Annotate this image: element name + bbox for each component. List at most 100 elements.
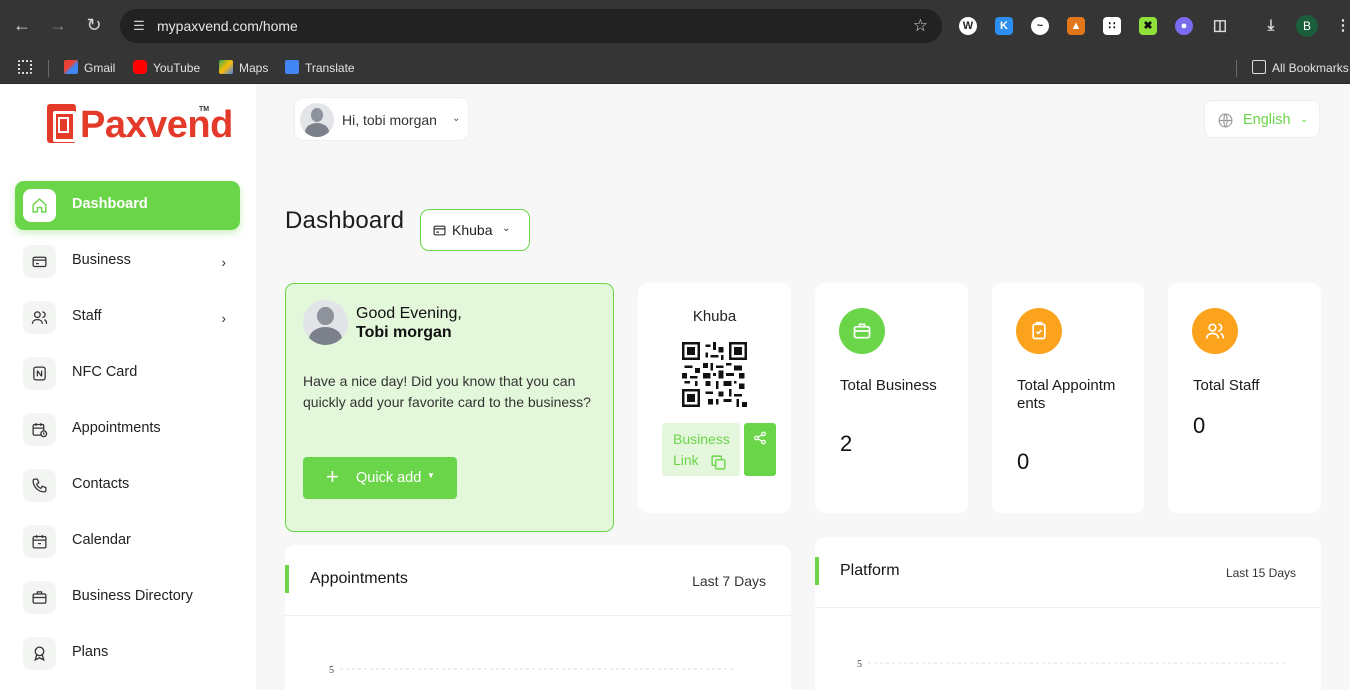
bookmarks-divider	[48, 60, 49, 77]
address-bar[interactable]: ☰ mypaxvend.com/home ☆	[120, 9, 942, 43]
stat-value: 0	[1017, 449, 1030, 474]
extension-k-icon[interactable]: K	[995, 17, 1013, 35]
extension-green-icon[interactable]: ✖	[1139, 17, 1157, 35]
bookmark-maps[interactable]: Maps	[219, 52, 268, 84]
sidebar-item-label: NFC Card	[72, 364, 138, 380]
bookmarks-bar: Gmail YouTube Maps Translate All Bookmar…	[0, 52, 1350, 84]
date-range-label[interactable]: Last 15 Days	[1226, 566, 1296, 580]
bookmark-translate[interactable]: Translate	[285, 52, 355, 84]
sidebar-item-business-directory[interactable]: Business Directory	[15, 573, 240, 622]
briefcase-icon	[839, 308, 885, 354]
language-label: English	[1243, 112, 1291, 128]
extensions-puzzle-icon[interactable]: ◫	[1211, 17, 1229, 35]
business-select[interactable]: Khuba ⌄	[420, 209, 530, 251]
copy-icon	[711, 455, 726, 470]
sidebar-item-label: Business	[72, 252, 131, 268]
stat-card-total-business: Total Business 2	[815, 283, 968, 513]
site-info-icon[interactable]: ☰	[130, 17, 148, 35]
briefcase-icon	[23, 581, 56, 614]
forward-icon[interactable]: →	[47, 14, 69, 36]
sidebar-item-label: Business Directory	[72, 588, 193, 604]
logo-trademark: TM	[199, 106, 210, 113]
platform-chart: 5	[857, 659, 1288, 670]
welcome-card: Good Evening, Tobi morgan Have a nice da…	[285, 283, 614, 532]
extension-ghost-icon[interactable]: ●	[1175, 17, 1193, 35]
clipboard-icon	[1016, 308, 1062, 354]
apps-grid-icon[interactable]	[18, 52, 38, 84]
sidebar-item-calendar[interactable]: Calendar	[15, 517, 240, 566]
home-icon	[23, 189, 56, 222]
stat-card-total-appointments: Total Appointments 0	[992, 283, 1144, 513]
sidebar-item-staff[interactable]: Staff ›	[15, 293, 240, 342]
sidebar-item-business[interactable]: Business ›	[15, 237, 240, 286]
back-icon[interactable]: ←	[11, 14, 33, 36]
youtube-icon	[133, 60, 147, 74]
sidebar-item-label: Calendar	[72, 532, 131, 548]
download-icon[interactable]: ⤓	[1262, 17, 1280, 35]
share-button[interactable]	[744, 423, 776, 476]
sidebar-item-dashboard[interactable]: Dashboard	[15, 181, 240, 230]
y-tick-label: 5	[329, 665, 334, 676]
bookmark-star-icon[interactable]: ☆	[913, 16, 928, 36]
profile-avatar[interactable]: B	[1296, 15, 1318, 37]
language-select[interactable]: English ⌄	[1204, 100, 1320, 138]
page-title: Dashboard	[285, 207, 405, 234]
panel-title: Appointments	[310, 570, 408, 587]
caret-down-icon: ▼	[427, 471, 435, 480]
phone-icon	[23, 469, 56, 502]
paxvend-logo-mark	[47, 104, 76, 143]
maps-icon	[219, 60, 233, 74]
chevron-down-icon: ⌄	[452, 113, 461, 124]
business-link-label: Business	[673, 431, 730, 447]
sidebar-item-label: Contacts	[72, 476, 130, 492]
users-icon	[23, 301, 56, 334]
calendar-clock-icon	[23, 413, 56, 446]
avatar	[300, 103, 334, 137]
qr-code-icon[interactable]	[682, 342, 747, 407]
appointments-chart: 5	[329, 665, 735, 676]
menu-dots-icon[interactable]: ⋮	[1334, 17, 1350, 35]
reload-icon[interactable]: ↻	[83, 14, 105, 36]
avatar	[303, 300, 348, 345]
all-bookmarks[interactable]: All Bookmarks	[1252, 52, 1349, 84]
business-link-button[interactable]: Business Link	[662, 423, 740, 476]
stat-label: Total Staff	[1193, 377, 1260, 394]
sidebar-item-label: Dashboard	[72, 196, 148, 212]
date-range-label[interactable]: Last 7 Days	[692, 573, 766, 589]
logo-text: Paxvend	[80, 104, 233, 146]
welcome-greeting: Good Evening,	[356, 305, 462, 322]
app-root: Paxvend TM Dashboard Business › Staff ›	[0, 84, 1350, 690]
sidebar-item-contacts[interactable]: Contacts	[15, 461, 240, 510]
sidebar-item-appointments[interactable]: Appointments	[15, 405, 240, 454]
extension-chart-icon[interactable]: ~	[1031, 17, 1049, 35]
welcome-name: Tobi morgan	[356, 324, 452, 341]
sidebar-item-plans[interactable]: Plans	[15, 629, 240, 678]
quick-add-button[interactable]: + Quick add ▼	[303, 457, 457, 499]
stat-label: Total Appointments	[1017, 377, 1116, 412]
globe-icon	[1218, 113, 1233, 128]
gmail-icon	[64, 60, 78, 74]
users-icon	[1192, 308, 1238, 354]
chevron-down-icon: ⌄	[502, 223, 511, 234]
extension-w-icon[interactable]: W	[959, 17, 977, 35]
business-select-label: Khuba	[452, 222, 493, 238]
translate-icon	[285, 60, 299, 74]
url-text[interactable]: mypaxvend.com/home	[157, 9, 298, 43]
bookmark-gmail[interactable]: Gmail	[64, 52, 115, 84]
chevron-right-icon: ›	[221, 310, 226, 326]
metamask-icon[interactable]: ▲	[1067, 17, 1085, 35]
bookmark-youtube[interactable]: YouTube	[133, 52, 200, 84]
sidebar-item-nfc-card[interactable]: NFC Card	[15, 349, 240, 398]
plus-icon: +	[326, 464, 339, 489]
card-icon	[23, 245, 56, 278]
stat-value: 0	[1193, 413, 1206, 438]
stat-card-total-staff: Total Staff 0	[1168, 283, 1321, 513]
badge-icon	[23, 637, 56, 670]
business-qr-card: Khuba Business Link	[638, 283, 791, 513]
user-menu[interactable]: Hi, tobi morgan ⌄	[294, 97, 469, 141]
sidebar-item-label: Staff	[72, 308, 102, 324]
extension-dice-icon[interactable]: ∷	[1103, 17, 1121, 35]
qr-card-title: Khuba	[692, 308, 737, 325]
sidebar-item-label: Appointments	[72, 420, 161, 436]
business-link-label-2: Link	[673, 452, 699, 468]
